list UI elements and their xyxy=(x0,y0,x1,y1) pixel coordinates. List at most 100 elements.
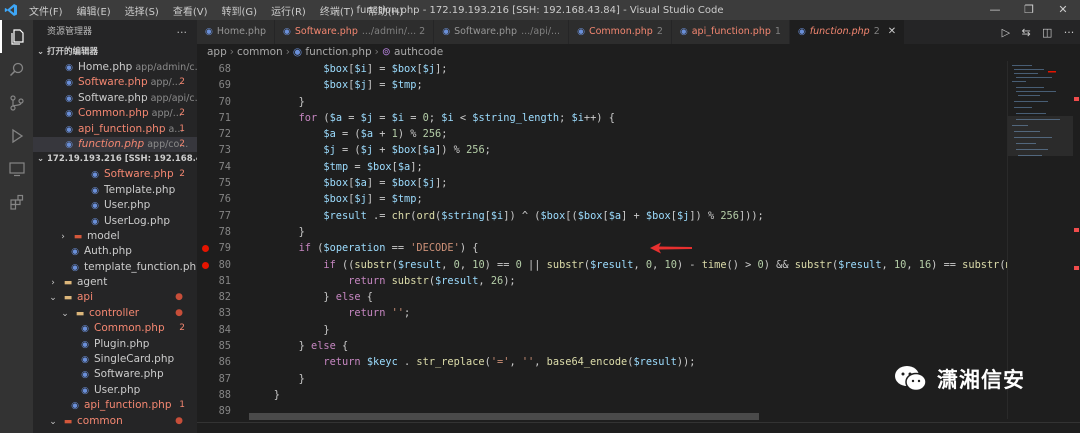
tab-software-php[interactable]: ◉ Software.php .../api/... xyxy=(434,20,570,44)
minimize-icon[interactable]: — xyxy=(978,0,1012,20)
open-editor-item[interactable]: ◉ Software.phpapp/api/c... xyxy=(33,91,197,106)
open-editor-item[interactable]: ◉ Common.php app/... 2 xyxy=(33,106,197,121)
menu-item[interactable]: 查看(V) xyxy=(166,3,215,18)
menu-item[interactable]: 转到(G) xyxy=(215,3,265,18)
code-line: 73 $j = ($j + $box[$a]) % 256; xyxy=(197,142,1007,158)
code-line: 69 $box[$j] = $tmp; xyxy=(197,77,1007,93)
explorer-icon[interactable] xyxy=(0,20,33,53)
open-editors-label: 打开的编辑器 xyxy=(47,47,99,57)
close-window-icon[interactable]: ✕ xyxy=(1046,0,1080,20)
file-tree-item[interactable]: ◉ Software.php xyxy=(33,367,197,382)
search-icon[interactable] xyxy=(0,53,33,86)
close-tab-icon[interactable]: ✕ xyxy=(888,20,896,44)
file-tree-item[interactable]: ◉ Software.php 2 xyxy=(33,167,197,182)
php-file-icon: ◉ xyxy=(71,262,79,273)
maximize-icon[interactable]: ❐ xyxy=(1012,0,1046,20)
file-tree-item[interactable]: ◉ api_function.php 1 xyxy=(33,398,197,413)
tab-label: Common.php xyxy=(588,26,653,37)
breadcrumb-item[interactable]: authcode xyxy=(394,46,443,58)
file-tree-item[interactable]: ◉ Plugin.php xyxy=(33,337,197,352)
breakpoint-icon[interactable] xyxy=(202,261,209,269)
line-number: 85 xyxy=(218,340,231,353)
line-number: 87 xyxy=(218,372,231,385)
file-tree-item[interactable]: ◉ Common.php 2 xyxy=(33,321,197,336)
breadcrumb-item[interactable]: function.php xyxy=(305,46,371,58)
breadcrumb: app › common › ◉ function.php › ⊚ authcode xyxy=(197,44,1080,61)
remote-explorer-icon[interactable] xyxy=(0,152,33,185)
open-editor-item[interactable]: ◉ api_function.php a... 1 xyxy=(33,122,197,137)
file-tree-item[interactable]: ◉ UserLog.php xyxy=(33,214,197,229)
line-number: 75 xyxy=(218,177,231,190)
file-tree-item[interactable]: ◉ template_function.php xyxy=(33,260,197,275)
file-tree-item[interactable]: ◉ Template.php xyxy=(33,183,197,198)
problem-count-badge: 2 xyxy=(179,138,185,149)
tab-software-php[interactable]: ◉ Software.php .../admin/... 2 xyxy=(275,20,435,44)
horizontal-scrollbar[interactable] xyxy=(249,413,759,420)
open-editor-path: app/... xyxy=(151,108,182,120)
code-line: 68 $box[$i] = $box[$j]; xyxy=(197,61,1007,77)
extensions-icon[interactable] xyxy=(0,185,33,218)
file-tree-item[interactable]: ◉ User.php xyxy=(33,198,197,213)
more-icon[interactable]: ··· xyxy=(1064,26,1075,39)
code-text: } xyxy=(249,388,280,401)
run-debug-icon[interactable] xyxy=(0,119,33,152)
menu-item[interactable]: 文件(F) xyxy=(22,3,70,18)
menu-item[interactable]: 选择(S) xyxy=(118,3,166,18)
code-line: 70 } xyxy=(197,94,1007,110)
source-control-icon[interactable] xyxy=(0,86,33,119)
folder-tree-item[interactable]: ⌄ ▬ api ● xyxy=(33,290,197,305)
folder-tree-item[interactable]: › ▬ agent xyxy=(33,275,197,290)
run-icon[interactable]: ▷ xyxy=(1002,26,1010,39)
code-line: 75 $box[$a] = $box[$j]; xyxy=(197,175,1007,191)
tab-description: .../api/... xyxy=(521,26,561,37)
tree-item-label: controller xyxy=(89,306,140,319)
problem-dot-icon: ● xyxy=(175,415,183,426)
line-number: 74 xyxy=(218,160,231,173)
folder-icon: ▬ xyxy=(63,416,73,427)
problem-count-badge: 2 xyxy=(179,169,185,180)
folder-tree-item[interactable]: › ▬ model xyxy=(33,229,197,244)
menu-item[interactable]: 编辑(E) xyxy=(70,3,118,18)
file-tree-item[interactable]: ◉ SingleCard.php xyxy=(33,352,197,367)
folder-tree-item[interactable]: ⌄ ▬ controller ● xyxy=(33,306,197,321)
workspace-header[interactable]: ⌄172.19.193.216 [SSH: 192.168.43.84] xyxy=(33,152,197,167)
code-editor[interactable]: 68 $box[$i] = $box[$j]; 69 $box[$j] = $tm… xyxy=(197,61,1007,419)
php-file-icon: ◉ xyxy=(65,109,73,120)
tree-item-label: api_function.php xyxy=(84,399,172,412)
open-editor-item[interactable]: ◉ Software.php app/... 2 xyxy=(33,75,197,90)
tree-item-label: Software.php xyxy=(104,168,174,181)
code-text: $box[$i] = $box[$j]; xyxy=(323,63,448,75)
menu-item[interactable]: 运行(R) xyxy=(264,3,313,18)
tab-api_function-php[interactable]: ◉ api_function.php 1 xyxy=(671,20,790,44)
open-editor-item[interactable]: ◉ Home.php app/admin/c... xyxy=(33,60,197,75)
split-editor-icon[interactable]: ◫ xyxy=(1042,26,1052,39)
menu-item[interactable]: 帮助(H) xyxy=(361,3,410,18)
php-file-icon: ◉ xyxy=(91,185,99,196)
code-line: 80 if ((substr($result, 0, 10) == 0 || s… xyxy=(197,257,1007,273)
code-text: if ((substr($result, 0, 10) == 0 || subs… xyxy=(323,258,1007,271)
tab-common-php[interactable]: ◉ Common.php 2 xyxy=(569,20,672,44)
watermark-text: 潇湘信安 xyxy=(937,368,1025,392)
file-tree-item[interactable]: ◉ Auth.php xyxy=(33,244,197,259)
remote-icon[interactable]: ⇆ xyxy=(1021,26,1030,39)
vertical-scrollbar[interactable] xyxy=(1073,61,1080,419)
folder-tree-item[interactable]: ⌄ ▬ common ● xyxy=(33,414,197,429)
code-line: 82 } else { xyxy=(197,289,1007,305)
chevron-down-icon: ⌄ xyxy=(49,416,57,427)
line-number: 77 xyxy=(218,209,231,222)
breadcrumb-item[interactable]: app xyxy=(207,46,227,58)
more-actions-icon[interactable]: ··· xyxy=(177,20,188,45)
open-editors-list: ◉ Home.php app/admin/c... ◉ Software.php app/… xyxy=(33,60,197,153)
line-number: 84 xyxy=(218,323,231,336)
open-editor-item[interactable]: ◉ function.php app/co... 2 xyxy=(33,136,197,153)
code-text: $j = ($j + $box[$a]) % 256; xyxy=(323,144,491,157)
folder-icon: ▬ xyxy=(73,231,83,242)
problem-count-badge: 2 xyxy=(179,77,185,88)
menu-item[interactable]: 终端(T) xyxy=(313,3,361,18)
breadcrumb-item[interactable]: common xyxy=(237,46,283,58)
tab-function-php[interactable]: ◉ function.php 2 ✕ xyxy=(789,20,906,44)
code-text: $tmp = $box[$a]; xyxy=(323,160,423,173)
file-tree-item[interactable]: ◉ User.php xyxy=(33,383,197,398)
tab-home-php[interactable]: ◉ Home.php xyxy=(197,20,276,44)
open-editors-header[interactable]: ⌄ 打开的编辑器 xyxy=(33,45,197,60)
